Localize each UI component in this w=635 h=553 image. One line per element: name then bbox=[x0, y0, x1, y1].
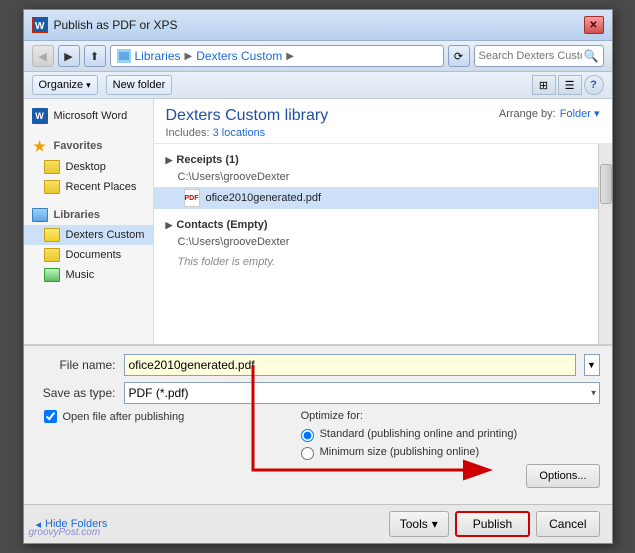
sidebar-item-word[interactable]: W Microsoft Word bbox=[24, 105, 153, 127]
title-bar: W Publish as PDF or XPS ✕ bbox=[24, 10, 612, 41]
savetype-select[interactable]: PDF (*.pdf) bbox=[124, 382, 600, 404]
minimum-label[interactable]: Minimum size (publishing online) bbox=[320, 446, 480, 458]
forward-button[interactable]: ▶ bbox=[58, 45, 80, 67]
file-list-area: Dexters Custom library Includes: 3 locat… bbox=[154, 99, 612, 344]
library-icon bbox=[117, 49, 131, 63]
options-row: Open file after publishing Optimize for:… bbox=[36, 410, 600, 490]
standard-radio-item: Standard (publishing online and printing… bbox=[301, 428, 600, 442]
path-bar[interactable]: Libraries ▶ Dexters Custom ▶ bbox=[110, 45, 444, 67]
sidebar-item-desktop[interactable]: Desktop bbox=[24, 157, 153, 177]
sidebar-item-dexters[interactable]: Dexters Custom bbox=[24, 225, 153, 245]
filename-row: File name: ▼ bbox=[36, 354, 600, 376]
check-area: Open file after publishing bbox=[36, 410, 293, 423]
open-after-checkbox[interactable] bbox=[44, 410, 57, 423]
scrollbar-track[interactable] bbox=[598, 144, 612, 344]
sidebar-word-section: W Microsoft Word bbox=[24, 105, 153, 127]
contacts-path: C:\Users\grooveDexter bbox=[154, 235, 612, 252]
dialog-icon: W bbox=[32, 17, 48, 33]
new-folder-button[interactable]: New folder bbox=[106, 75, 173, 95]
pdf-icon: PDF bbox=[184, 189, 200, 207]
filename-input[interactable] bbox=[124, 354, 576, 376]
help-button[interactable]: ? bbox=[584, 75, 604, 95]
minimum-radio[interactable] bbox=[301, 447, 314, 460]
standard-radio[interactable] bbox=[301, 429, 314, 442]
watermark: groovyPost.com bbox=[29, 527, 101, 538]
list-view-button[interactable]: ☰ bbox=[558, 75, 582, 95]
svg-text:W: W bbox=[35, 21, 45, 32]
locations-link[interactable]: 3 locations bbox=[213, 127, 266, 139]
libraries-icon bbox=[32, 208, 48, 222]
minimum-radio-item: Minimum size (publishing online) bbox=[301, 446, 600, 460]
bottom-bar: ◂ Hide Folders Tools ▾ Publish Cancel bbox=[24, 504, 612, 543]
grid-view-button[interactable]: ⊞ bbox=[532, 75, 556, 95]
savetype-label: Save as type: bbox=[36, 386, 116, 400]
close-button[interactable]: ✕ bbox=[584, 16, 604, 34]
optimize-label: Optimize for: bbox=[301, 410, 600, 422]
sidebar-libraries-section: Libraries Dexters Custom Documents Music bbox=[24, 205, 153, 285]
sidebar-favorites-header: ★ Favorites bbox=[24, 135, 153, 157]
recent-icon bbox=[44, 180, 60, 194]
scrollbar-thumb[interactable] bbox=[600, 164, 612, 204]
search-input[interactable] bbox=[479, 50, 582, 62]
music-icon bbox=[44, 268, 60, 282]
sidebar-item-music[interactable]: Music bbox=[24, 265, 153, 285]
form-area: File name: ▼ Save as type: PDF (*.pdf) ▼ bbox=[24, 345, 612, 504]
back-button[interactable]: ◀ bbox=[32, 45, 54, 67]
contacts-tri: ▶ bbox=[166, 220, 173, 231]
sidebar-libraries-header: Libraries bbox=[24, 205, 153, 225]
arrange-by-control[interactable]: Arrange by: Folder ▾ bbox=[499, 107, 600, 120]
library-title: Dexters Custom library bbox=[166, 107, 329, 125]
secondary-toolbar: Organize ▾ New folder ⊞ ☰ ? bbox=[24, 72, 612, 99]
sidebar: W Microsoft Word ★ Favorites Desktop bbox=[24, 99, 154, 344]
file-list: ▶ Receipts (1) C:\Users\grooveDexter PDF… bbox=[154, 144, 612, 344]
refresh-button[interactable]: ⟳ bbox=[448, 45, 470, 67]
library-header: Dexters Custom library Includes: 3 locat… bbox=[154, 99, 612, 144]
path-sep-1: ▶ bbox=[185, 51, 193, 62]
receipts-path: C:\Users\grooveDexter bbox=[154, 170, 612, 187]
savetype-wrapper: PDF (*.pdf) ▼ bbox=[124, 382, 600, 404]
standard-label[interactable]: Standard (publishing online and printing… bbox=[320, 428, 518, 440]
filename-label: File name: bbox=[36, 358, 116, 372]
section-contacts[interactable]: ▶ Contacts (Empty) bbox=[154, 215, 612, 235]
search-icon: 🔍 bbox=[584, 49, 599, 63]
open-after-check-item: Open file after publishing bbox=[44, 410, 293, 423]
documents-icon bbox=[44, 248, 60, 262]
sidebar-item-documents[interactable]: Documents bbox=[24, 245, 153, 265]
options-button[interactable]: Options... bbox=[526, 464, 599, 488]
action-buttons: Tools ▾ Publish Cancel bbox=[389, 511, 600, 537]
publish-button[interactable]: Publish bbox=[455, 511, 530, 537]
path-part-libraries[interactable]: Libraries bbox=[135, 49, 181, 63]
path-sep-2: ▶ bbox=[286, 51, 294, 62]
favorites-icon: ★ bbox=[32, 138, 48, 154]
list-item[interactable]: PDF ofice2010generated.pdf bbox=[154, 187, 612, 209]
savetype-row: Save as type: PDF (*.pdf) ▼ bbox=[36, 382, 600, 404]
nav-toolbar: ◀ ▶ ⬆ Libraries ▶ Dexters Custom ▶ ⟳ 🔍 bbox=[24, 41, 612, 72]
sidebar-favorites-section: ★ Favorites Desktop Recent Places bbox=[24, 135, 153, 197]
search-box[interactable]: 🔍 bbox=[474, 45, 604, 67]
section-receipts[interactable]: ▶ Receipts (1) bbox=[154, 150, 612, 170]
view-controls: ⊞ ☰ ? bbox=[532, 75, 604, 95]
organize-arrow: ▾ bbox=[86, 80, 91, 91]
main-area: W Microsoft Word ★ Favorites Desktop bbox=[24, 99, 612, 345]
open-after-label[interactable]: Open file after publishing bbox=[63, 411, 185, 423]
dexters-icon bbox=[44, 228, 60, 242]
path-part-custom[interactable]: Dexters Custom bbox=[196, 49, 282, 63]
receipts-tri: ▶ bbox=[166, 155, 173, 166]
desktop-icon bbox=[44, 160, 60, 174]
tools-button[interactable]: Tools ▾ bbox=[389, 511, 449, 537]
optimize-area: Optimize for: Standard (publishing onlin… bbox=[301, 410, 600, 490]
tools-arrow: ▾ bbox=[432, 517, 438, 531]
sidebar-item-recent[interactable]: Recent Places bbox=[24, 177, 153, 197]
empty-folder-text: This folder is empty. bbox=[154, 252, 612, 272]
dialog-title: Publish as PDF or XPS bbox=[54, 18, 178, 32]
cancel-button[interactable]: Cancel bbox=[536, 511, 599, 537]
word-icon: W bbox=[32, 108, 48, 124]
filename-dropdown[interactable]: ▼ bbox=[584, 354, 600, 376]
up-button[interactable]: ⬆ bbox=[84, 45, 106, 67]
organize-button[interactable]: Organize ▾ bbox=[32, 75, 98, 95]
library-subtitle: Includes: 3 locations bbox=[166, 127, 329, 139]
